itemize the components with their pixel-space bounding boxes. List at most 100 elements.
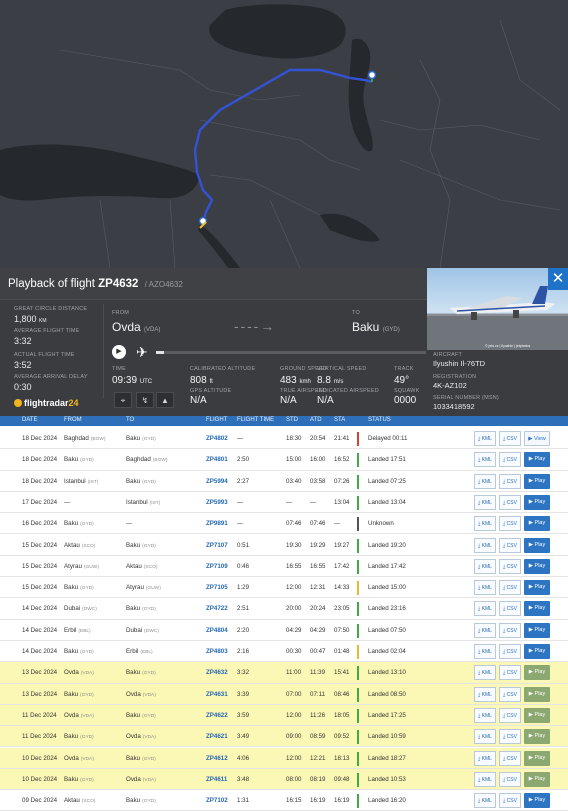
flight-link[interactable]: ZP4622 xyxy=(206,712,228,719)
table-row[interactable]: 14 Dec 2024 Erbil (EBL) Dubai (DWC) ZP4804 2:2… xyxy=(0,620,568,641)
table-row[interactable]: 10 Dec 2024 Ovda (VDA) Baku (GYD) ZP4612 4:06 1… xyxy=(0,747,568,769)
flight-link[interactable]: ZP9891 xyxy=(206,520,228,527)
play-button[interactable]: ▶ Play xyxy=(524,473,550,489)
view-button[interactable]: ▶ View xyxy=(524,431,550,446)
kml-download-button[interactable]: ⤓ KML xyxy=(474,580,496,596)
flight-link[interactable]: ZP4722 xyxy=(206,605,228,612)
csv-download-button[interactable]: ⤓ CSV xyxy=(499,494,521,510)
flight-link[interactable]: ZP4621 xyxy=(206,733,228,740)
close-button[interactable]: ✕ xyxy=(548,268,568,290)
flightradar24-logo[interactable]: flightradar24 xyxy=(14,398,79,408)
csv-download-button[interactable]: ⤓ CSV xyxy=(499,473,521,489)
play-button[interactable]: ▶ Play xyxy=(524,729,550,745)
kml-download-button[interactable]: ⤓ KML xyxy=(474,452,496,468)
route-toggle-icon[interactable]: ↯ xyxy=(136,392,154,408)
play-button[interactable]: ▶ Play xyxy=(524,750,550,766)
play-button[interactable]: ▶ Play xyxy=(524,601,550,617)
table-row[interactable]: 11 Dec 2024 Baku (GYD) Ovda (VDA) ZP4621 3:49 0… xyxy=(0,726,568,748)
table-row[interactable]: 16 Dec 2024 Baku (GYD) — ZP9891 — 07:46 07:46 — U… xyxy=(0,513,568,535)
table-row[interactable]: 17 Dec 2024 — Istanbul (IST) ZP5993 — — — 13:04 L… xyxy=(0,492,568,514)
kml-download-button[interactable]: ⤓ KML xyxy=(474,665,496,681)
center-view-icon[interactable]: ⌖ xyxy=(114,392,132,408)
play-button[interactable]: ▶ Play xyxy=(524,452,550,468)
play-button[interactable]: ▶ Play xyxy=(524,665,550,681)
flight-link[interactable]: ZP4611 xyxy=(206,776,227,783)
play-button[interactable]: ▶ Play xyxy=(524,494,550,510)
aircraft-photo[interactable]: © jets.cz | Ilyushin | jetphotos xyxy=(427,268,568,350)
play-button[interactable]: ▶ Play xyxy=(524,558,550,574)
flight-link[interactable]: ZP4803 xyxy=(206,648,228,655)
kml-download-button[interactable]: ⤓ KML xyxy=(474,622,496,638)
flight-link[interactable]: ZP5994 xyxy=(206,478,228,485)
flight-link[interactable]: ZP5993 xyxy=(206,499,228,506)
csv-download-button[interactable]: ⤓ CSV xyxy=(499,729,521,745)
kml-download-button[interactable]: ⤓ KML xyxy=(474,558,496,574)
flight-link[interactable]: ZP4802 xyxy=(206,435,228,442)
csv-download-button[interactable]: ⤓ CSV xyxy=(499,580,521,596)
play-button[interactable]: ▶ Play xyxy=(524,644,550,659)
kml-download-button[interactable]: ⤓ KML xyxy=(474,601,496,617)
csv-download-button[interactable]: ⤓ CSV xyxy=(499,707,521,723)
flight-link[interactable]: ZP7105 xyxy=(206,584,228,591)
csv-download-button[interactable]: ⤓ CSV xyxy=(499,622,521,638)
flight-link[interactable]: ZP4612 xyxy=(206,755,228,762)
playback-play-button[interactable]: ▶ xyxy=(112,345,126,359)
kml-download-button[interactable]: ⤓ KML xyxy=(474,793,496,809)
table-row[interactable]: 18 Dec 2024 Baghdad (BGW) Baku (GYD) ZP4802 — 1… xyxy=(0,428,568,450)
flight-link[interactable]: ZP7102 xyxy=(206,797,228,804)
kml-download-button[interactable]: ⤓ KML xyxy=(474,750,496,766)
flight-link[interactable]: ZP7109 xyxy=(206,563,228,570)
play-button[interactable]: ▶ Play xyxy=(524,707,550,723)
table-row[interactable]: 15 Dec 2024 Aktau (SCO) Baku (GYD) ZP7107 0:51… xyxy=(0,535,568,556)
csv-download-button[interactable]: ⤓ CSV xyxy=(499,452,521,468)
table-row[interactable]: 10 Dec 2024 Baku (GYD) Ovda (VDA) ZP4611 3:48 0… xyxy=(0,768,568,791)
kml-download-button[interactable]: ⤓ KML xyxy=(474,516,496,532)
play-button[interactable]: ▶ Play xyxy=(524,771,550,787)
table-row[interactable]: 11 Dec 2024 Ovda (VDA) Baku (GYD) ZP4622 3:59 1… xyxy=(0,704,568,727)
flight-map[interactable] xyxy=(0,0,568,268)
flight-link[interactable]: ZP4631 xyxy=(206,691,228,698)
play-button[interactable]: ▶ Play xyxy=(524,622,550,638)
table-row[interactable]: 13 Dec 2024 Baku (GYD) Ovda (VDA) ZP4631 3:39 0… xyxy=(0,683,568,705)
table-row[interactable]: 14 Dec 2024 Dubai (DWC) Baku (GYD) ZP4722 2:51… xyxy=(0,598,568,620)
csv-download-button[interactable]: ⤓ CSV xyxy=(499,558,521,574)
kml-download-button[interactable]: ⤓ KML xyxy=(474,537,496,553)
kml-download-button[interactable]: ⤓ KML xyxy=(474,473,496,489)
kml-download-button[interactable]: ⤓ KML xyxy=(474,644,496,659)
table-row[interactable]: 15 Dec 2024 Atyrau (GUW) Aktau (SCO) ZP7109 0:… xyxy=(0,556,568,578)
table-row[interactable]: 18 Dec 2024 Istanbul (IST) Baku (GYD) ZP5994 2… xyxy=(0,471,568,492)
csv-download-button[interactable]: ⤓ CSV xyxy=(499,686,521,702)
kml-download-button[interactable]: ⤓ KML xyxy=(474,494,496,510)
kml-download-button[interactable]: ⤓ KML xyxy=(474,686,496,702)
play-button[interactable]: ▶ Play xyxy=(524,537,550,553)
flight-link[interactable]: ZP4632 xyxy=(206,669,228,676)
altitude-graph-icon[interactable]: ▲ xyxy=(156,392,174,408)
table-row[interactable]: 15 Dec 2024 Baku (GYD) Atyrau (GUW) ZP7105 1:2… xyxy=(0,577,568,599)
play-button[interactable]: ▶ Play xyxy=(524,793,550,809)
flight-link[interactable]: ZP4801 xyxy=(206,456,228,463)
csv-download-button[interactable]: ⤓ CSV xyxy=(499,771,521,787)
table-row[interactable]: 14 Dec 2024 Baku (GYD) Erbil (EBL) ZP4803 2:16… xyxy=(0,641,568,663)
play-button[interactable]: ▶ Play xyxy=(524,580,550,596)
play-button[interactable]: ▶ Play xyxy=(524,686,550,702)
csv-download-button[interactable]: ⤓ CSV xyxy=(499,750,521,766)
playback-slider[interactable] xyxy=(156,351,426,354)
csv-download-button[interactable]: ⤓ CSV xyxy=(499,601,521,617)
kml-download-button[interactable]: ⤓ KML xyxy=(474,729,496,745)
csv-download-button[interactable]: ⤓ CSV xyxy=(499,431,521,446)
kml-download-button[interactable]: ⤓ KML xyxy=(474,771,496,787)
flight-link[interactable]: ZP7107 xyxy=(206,542,228,549)
table-row[interactable]: 13 Dec 2024 Ovda (VDA) Baku (GYD) ZP4632 3:32 1… xyxy=(0,662,568,684)
kml-download-button[interactable]: ⤓ KML xyxy=(474,431,496,446)
destination-marker[interactable] xyxy=(367,70,377,80)
kml-download-button[interactable]: ⤓ KML xyxy=(474,707,496,723)
table-row[interactable]: 18 Dec 2024 Baku (GYD) Baghdad (BGW) ZP4801 2:… xyxy=(0,449,568,471)
csv-download-button[interactable]: ⤓ CSV xyxy=(499,665,521,681)
flight-link[interactable]: ZP4804 xyxy=(206,627,228,634)
csv-download-button[interactable]: ⤓ CSV xyxy=(499,793,521,809)
play-button[interactable]: ▶ Play xyxy=(524,516,550,532)
table-row[interactable]: 09 Dec 2024 Aktau (SCO) Baku (GYD) ZP7102 1:31… xyxy=(0,790,568,811)
csv-download-button[interactable]: ⤓ CSV xyxy=(499,644,521,659)
csv-download-button[interactable]: ⤓ CSV xyxy=(499,537,521,553)
csv-download-button[interactable]: ⤓ CSV xyxy=(499,516,521,532)
